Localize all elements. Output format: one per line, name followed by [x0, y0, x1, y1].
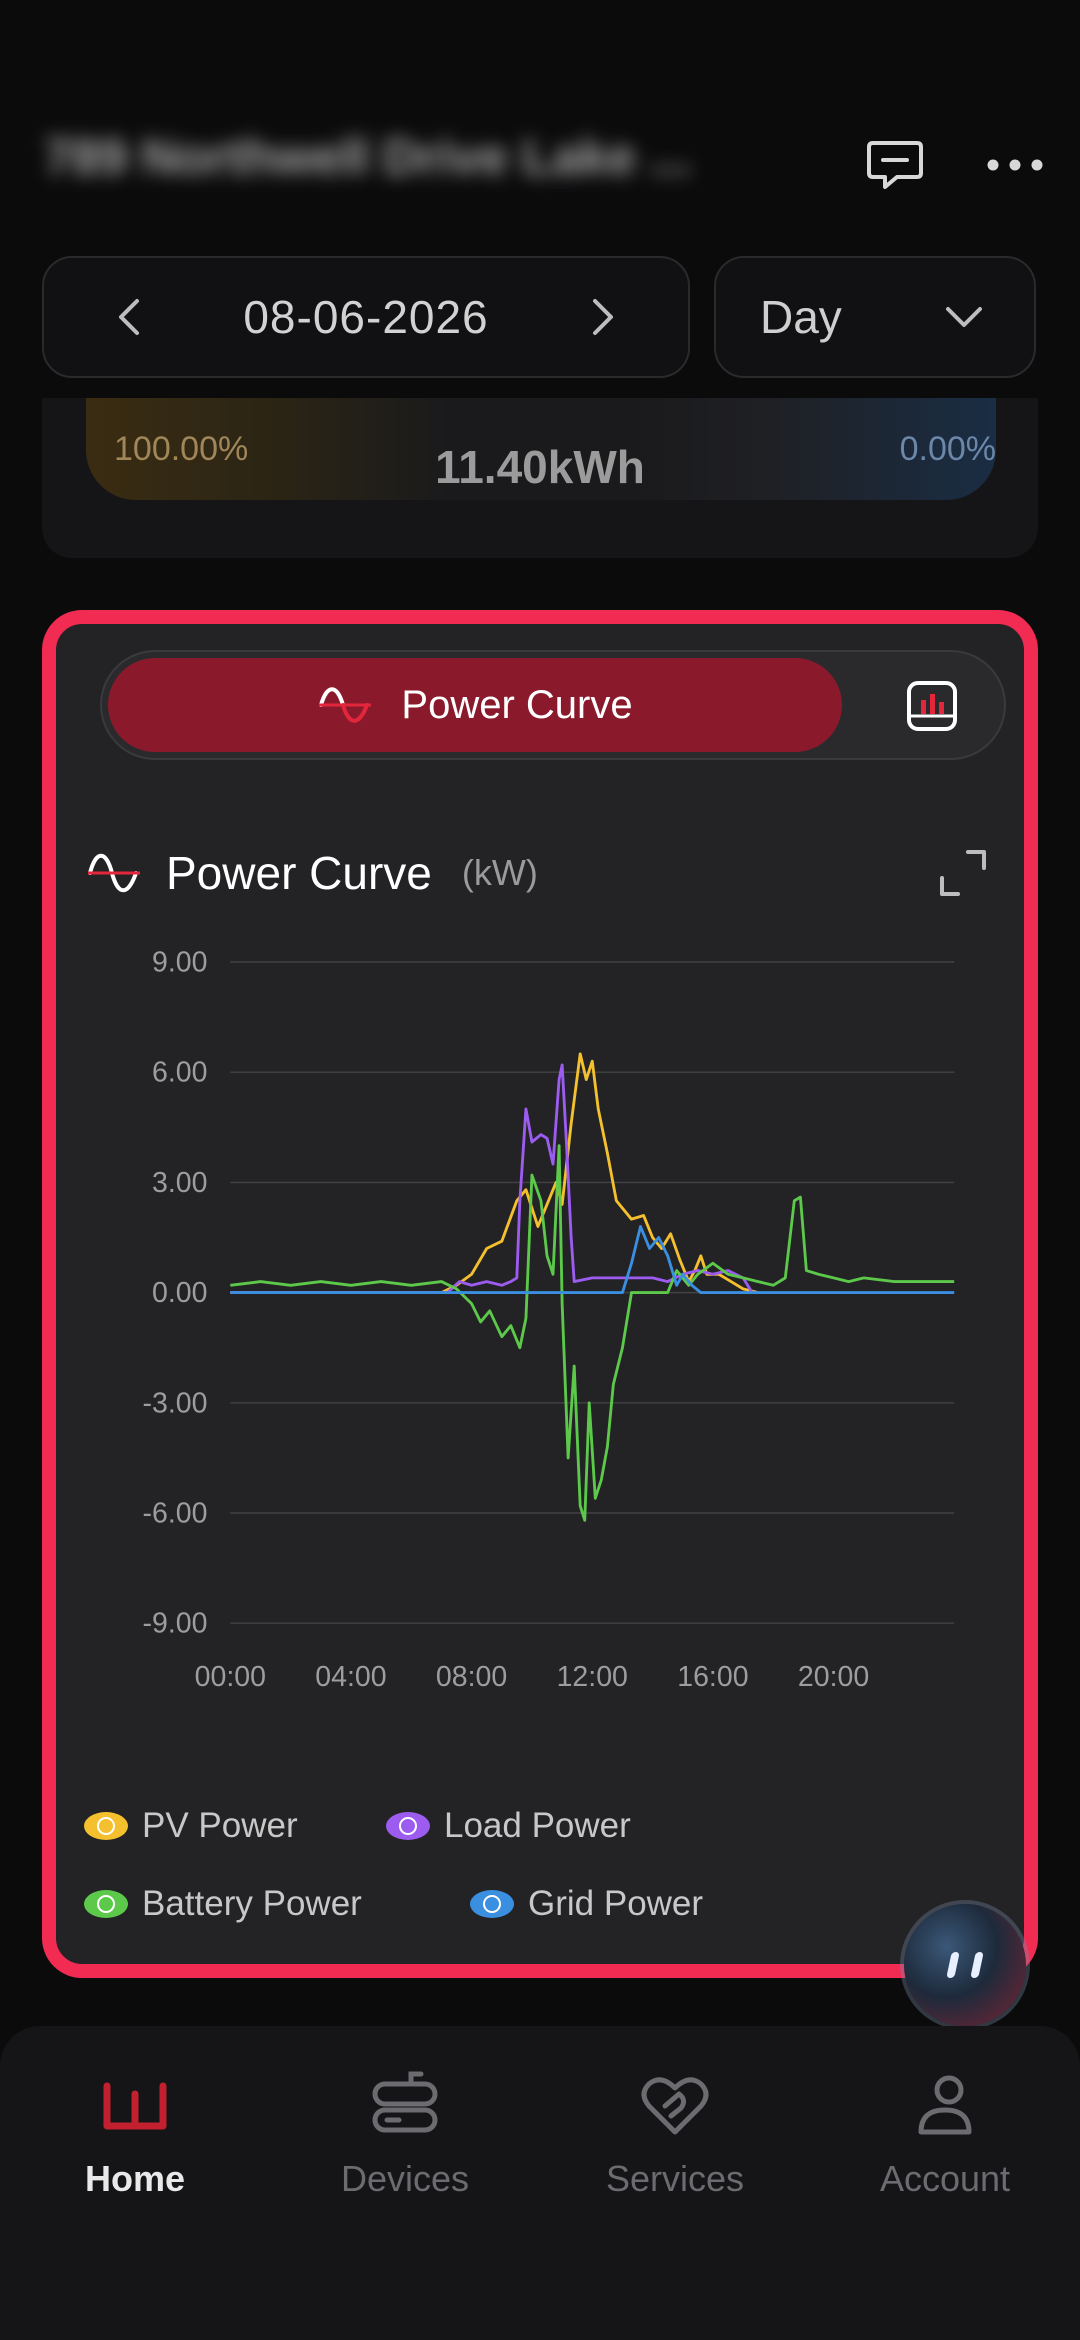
- eye-icon: [84, 1890, 128, 1918]
- x-tick-label: 12:00: [557, 1661, 628, 1693]
- power-curve-chart[interactable]: 9.00 6.00 3.00 0.00 -3.00 -6.00 -9.00 00:00 04:0…: [56, 924, 1024, 1693]
- chart-header: Power Curve (kW): [86, 846, 538, 900]
- nav-services-label: Services: [605, 2158, 745, 2199]
- date-selector: 08-06-2026: [42, 256, 690, 378]
- period-value: Day: [760, 291, 842, 343]
- previous-date-button[interactable]: [104, 287, 154, 347]
- services-heart-icon: [641, 2077, 709, 2135]
- series-line-pv-power: [230, 1052, 759, 1295]
- legend-grid-power[interactable]: Grid Power: [470, 1884, 703, 1924]
- y-tick-label: 9.00: [152, 947, 207, 979]
- home-logo-icon: [103, 2082, 167, 2130]
- energy-total: 11.40kWh: [435, 441, 645, 493]
- devices-icon: [372, 2071, 438, 2133]
- x-tick-label: 00:00: [195, 1661, 266, 1693]
- legend-pv-power[interactable]: PV Power: [84, 1806, 298, 1846]
- nav-devices[interactable]: Devices: [270, 2066, 540, 2200]
- power-curve-tab[interactable]: Power Curve: [108, 658, 842, 752]
- energy-summary-card: 100.00% 11.40kWh 0.00%: [42, 398, 1038, 558]
- right-percent: 0.00%: [899, 430, 996, 468]
- chart-title: Power Curve: [166, 847, 432, 899]
- site-name[interactable]: 789 Northwell Drive Lake ...: [44, 128, 764, 198]
- chart-view-toggle: Power Curve: [100, 650, 1006, 760]
- eye-icon: [386, 1812, 430, 1840]
- legend-label: Grid Power: [528, 1884, 704, 1923]
- y-tick-label: 0.00: [152, 1277, 207, 1309]
- selected-date[interactable]: 08-06-2026: [243, 290, 488, 344]
- next-date-button[interactable]: [578, 287, 628, 347]
- period-dropdown[interactable]: Day: [714, 256, 1036, 378]
- nav-account-label: Account: [879, 2158, 1011, 2199]
- series-line-battery-power: [230, 1144, 955, 1522]
- x-tick-label: 08:00: [436, 1661, 507, 1693]
- nav-home[interactable]: Home: [0, 2066, 270, 2200]
- chevron-down-icon: [946, 307, 982, 327]
- chart-unit: (kW): [461, 852, 538, 893]
- expand-icon: [940, 850, 986, 896]
- y-tick-label: 6.00: [152, 1057, 207, 1089]
- x-tick-label: 04:00: [315, 1661, 386, 1693]
- legend-load-power[interactable]: Load Power: [386, 1806, 631, 1846]
- legend-label: Load Power: [444, 1806, 631, 1845]
- bottom-navigation: Home Devices Services Account: [0, 2026, 1080, 2340]
- y-tick-label: -9.00: [143, 1608, 208, 1640]
- y-tick-label: -6.00: [143, 1498, 208, 1530]
- series-line-load-power: [230, 1063, 754, 1295]
- x-tick-label: 16:00: [677, 1661, 748, 1693]
- legend-label: PV Power: [142, 1806, 298, 1845]
- bar-chart-view-button[interactable]: [904, 678, 960, 734]
- power-curve-tab-label: Power Curve: [401, 682, 633, 727]
- account-icon: [918, 2075, 972, 2135]
- assistant-button[interactable]: [904, 1904, 1026, 2026]
- legend-battery-power[interactable]: Battery Power: [84, 1884, 362, 1924]
- power-curve-card: Power Curve Power Curve (kW) 9.00 6.00 3.0…: [42, 610, 1038, 1978]
- y-tick-label: -3.00: [143, 1387, 208, 1419]
- more-icon[interactable]: [980, 130, 1050, 200]
- nav-devices-label: Devices: [340, 2158, 470, 2199]
- x-tick-label: 20:00: [798, 1661, 869, 1693]
- nav-account[interactable]: Account: [810, 2066, 1080, 2200]
- y-tick-label: 3.00: [152, 1167, 207, 1199]
- message-icon[interactable]: [860, 130, 930, 200]
- wave-icon: [319, 687, 372, 723]
- eye-icon: [84, 1812, 128, 1840]
- nav-services[interactable]: Services: [540, 2066, 810, 2200]
- legend-label: Battery Power: [142, 1884, 362, 1923]
- eye-icon: [470, 1890, 514, 1918]
- fullscreen-button[interactable]: [938, 848, 994, 904]
- wave-icon: [88, 853, 140, 893]
- nav-home-label: Home: [84, 2158, 186, 2199]
- bar-chart-icon: [907, 681, 957, 731]
